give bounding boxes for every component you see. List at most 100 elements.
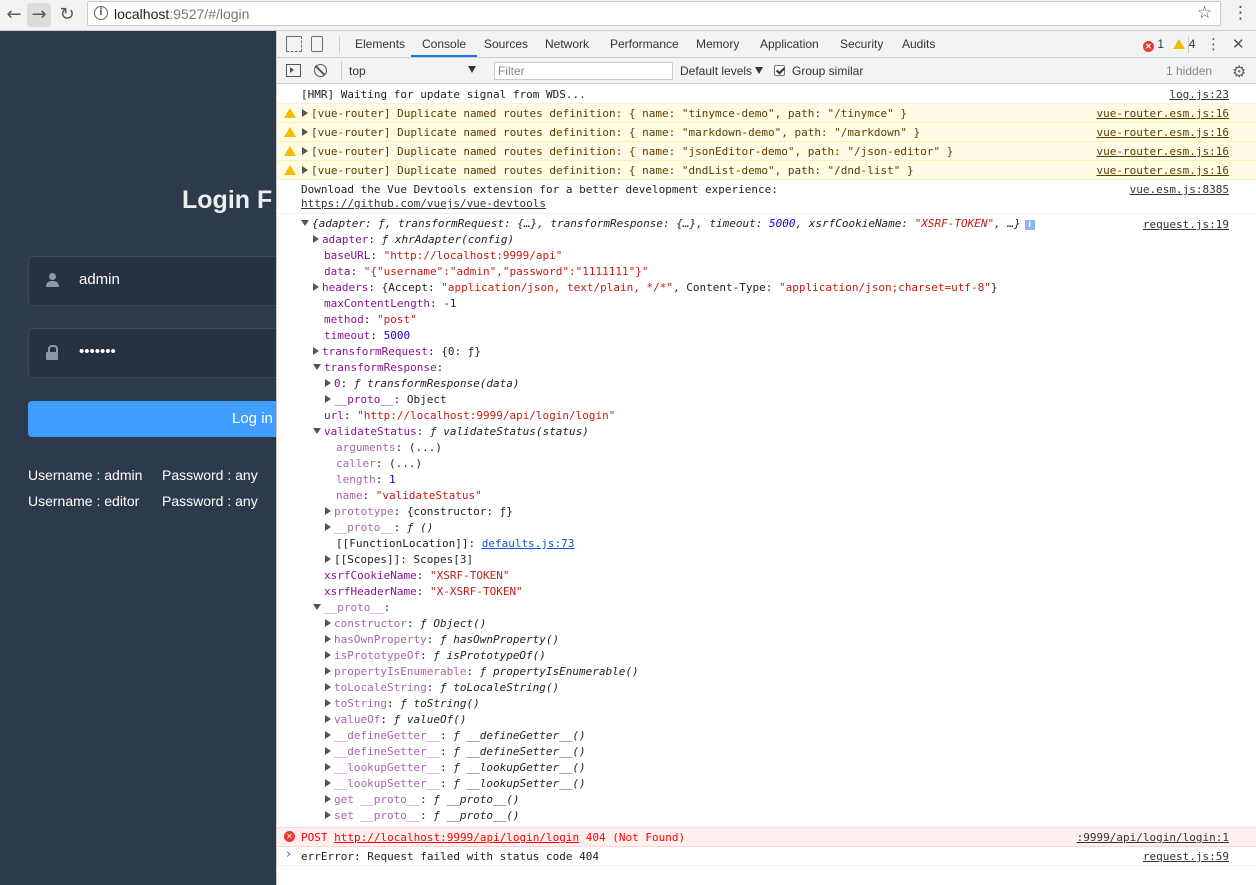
object-summary[interactable]: {adapter: ƒ, transformRequest: {…}, tran…	[301, 216, 1035, 232]
function-location-link[interactable]: defaults.js:73	[482, 537, 575, 550]
expand-arrow-icon[interactable]	[325, 667, 331, 675]
expand-arrow-icon[interactable]	[325, 731, 331, 739]
source-link[interactable]: request.js:59	[1143, 850, 1229, 863]
collapse-arrow-icon[interactable]	[301, 220, 309, 226]
expand-arrow-icon[interactable]	[325, 395, 331, 403]
device-toggle-icon[interactable]	[311, 36, 323, 52]
source-link[interactable]: :9999/api/login/login:1	[1077, 831, 1229, 844]
tree-row[interactable]: [[Scopes]]: Scopes[3]	[325, 552, 473, 568]
tree-row[interactable]: isPrototypeOf: ƒ isPrototypeOf()	[325, 648, 546, 664]
expand-arrow-icon[interactable]	[325, 651, 331, 659]
browser-menu-icon[interactable]: ⋮	[1232, 3, 1249, 23]
source-link[interactable]: request.js:19	[1143, 218, 1229, 231]
tree-row[interactable]: 0: ƒ transformResponse(data)	[325, 376, 519, 392]
expand-arrow-icon[interactable]	[302, 128, 308, 136]
collapse-arrow-icon[interactable]	[313, 604, 321, 610]
back-arrow-icon[interactable]: ←	[2, 3, 26, 27]
expand-arrow-icon[interactable]	[325, 619, 331, 627]
source-link[interactable]: vue-router.esm.js:16	[1097, 164, 1229, 177]
password-field[interactable]: •••••••	[28, 328, 276, 378]
close-icon[interactable]: ✕	[1232, 35, 1245, 53]
group-similar-checkbox[interactable]	[774, 65, 785, 76]
tree-row[interactable]: validateStatus: ƒ validateStatus(status)	[313, 424, 589, 440]
tree-row[interactable]: propertyIsEnumerable: ƒ propertyIsEnumer…	[325, 664, 639, 680]
expand-arrow-icon[interactable]	[302, 166, 308, 174]
tree-row[interactable]: __defineGetter__: ƒ __defineGetter__()	[325, 728, 586, 744]
tab-application[interactable]: Application	[760, 37, 819, 51]
source-link[interactable]: log.js:23	[1169, 88, 1229, 101]
error-url-link[interactable]: http://localhost:9999/api/login/login	[334, 831, 579, 844]
reload-icon[interactable]: ↻	[55, 3, 79, 27]
sidebar-toggle-icon[interactable]	[286, 64, 301, 77]
collapse-arrow-icon[interactable]	[313, 428, 321, 434]
tab-console[interactable]: Console	[422, 37, 466, 51]
context-select[interactable]: top	[341, 61, 481, 80]
tree-row[interactable]: toLocaleString: ƒ toLocaleString()	[325, 680, 559, 696]
expand-arrow-icon[interactable]	[325, 811, 331, 819]
tree-row[interactable]: transformResponse:	[313, 360, 443, 376]
source-link[interactable]: vue.esm.js:8385	[1130, 183, 1229, 196]
tree-row[interactable]: toString: ƒ toString()	[325, 696, 480, 712]
tree-row[interactable]: headers: {Accept: "application/json, tex…	[313, 280, 998, 296]
tree-row[interactable]: caller: (...)	[336, 456, 422, 472]
expand-arrow-icon[interactable]	[325, 635, 331, 643]
devtools-menu-icon[interactable]: ⋮	[1206, 35, 1221, 53]
expand-arrow-icon[interactable]	[313, 347, 319, 355]
devtools-link[interactable]: https://github.com/vuejs/vue-devtools	[301, 197, 546, 210]
expand-arrow-icon[interactable]	[325, 379, 331, 387]
expand-arrow-icon[interactable]	[325, 779, 331, 787]
tree-row[interactable]: __proto__:	[313, 600, 390, 616]
expand-arrow-icon[interactable]	[302, 147, 308, 155]
tab-memory[interactable]: Memory	[696, 37, 739, 51]
tab-performance[interactable]: Performance	[610, 37, 679, 51]
tree-row[interactable]: __defineSetter__: ƒ __defineSetter__()	[325, 744, 586, 760]
tree-row[interactable]: get __proto__: ƒ __proto__()	[325, 792, 519, 808]
tree-row[interactable]: adapter: ƒ xhrAdapter(config)	[313, 232, 514, 248]
expand-arrow-icon[interactable]	[325, 747, 331, 755]
tree-row[interactable]: prototype: {constructor: ƒ}	[325, 504, 513, 520]
tree-row[interactable]: arguments: (...)	[336, 440, 442, 456]
expand-arrow-icon[interactable]	[313, 283, 319, 291]
tree-row[interactable]: valueOf: ƒ valueOf()	[325, 712, 466, 728]
site-info-icon[interactable]: i	[94, 6, 108, 20]
tree-row[interactable]: set __proto__: ƒ __proto__()	[325, 808, 519, 824]
console-prompt[interactable]: ›	[286, 847, 291, 862]
info-icon[interactable]: i	[1024, 220, 1035, 230]
tree-row[interactable]: hasOwnProperty: ƒ hasOwnProperty()	[325, 632, 559, 648]
tree-row[interactable]: constructor: ƒ Object()	[325, 616, 486, 632]
tree-row[interactable]: __proto__: Object	[325, 392, 447, 408]
tab-elements[interactable]: Elements	[355, 37, 405, 51]
tree-row[interactable]: __lookupSetter__: ƒ __lookupSetter__()	[325, 776, 586, 792]
address-bar[interactable]: i localhost:9527/#/login	[87, 1, 1221, 26]
collapse-arrow-icon[interactable]	[313, 364, 321, 370]
expand-arrow-icon[interactable]	[313, 235, 319, 243]
expand-arrow-icon[interactable]	[325, 699, 331, 707]
tree-row[interactable]: __proto__: ƒ ()	[325, 520, 433, 536]
tab-audits[interactable]: Audits	[902, 37, 935, 51]
gear-icon[interactable]: ⚙	[1232, 62, 1246, 81]
expand-arrow-icon[interactable]	[325, 795, 331, 803]
expand-arrow-icon[interactable]	[325, 555, 331, 563]
filter-input[interactable]	[495, 63, 672, 79]
expand-arrow-icon[interactable]	[302, 109, 308, 117]
source-link[interactable]: vue-router.esm.js:16	[1097, 107, 1229, 120]
forward-arrow-icon[interactable]: →	[27, 3, 51, 27]
tab-sources[interactable]: Sources	[484, 37, 528, 51]
username-field[interactable]: admin	[28, 256, 276, 306]
tree-row[interactable]: transformRequest: {0: ƒ}	[313, 344, 481, 360]
expand-arrow-icon[interactable]	[325, 683, 331, 691]
source-link[interactable]: vue-router.esm.js:16	[1097, 126, 1229, 139]
login-button[interactable]: Log in	[28, 401, 276, 437]
expand-arrow-icon[interactable]	[325, 523, 331, 531]
expand-arrow-icon[interactable]	[325, 507, 331, 515]
source-link[interactable]: vue-router.esm.js:16	[1097, 145, 1229, 158]
tab-security[interactable]: Security	[840, 37, 883, 51]
tree-row[interactable]: __lookupGetter__: ƒ __lookupGetter__()	[325, 760, 586, 776]
expand-arrow-icon[interactable]	[325, 763, 331, 771]
inspect-element-icon[interactable]	[286, 36, 302, 52]
clear-console-icon[interactable]	[314, 64, 327, 77]
tab-network[interactable]: Network	[545, 37, 589, 51]
bookmark-star-icon[interactable]: ☆	[1197, 3, 1212, 23]
expand-arrow-icon[interactable]	[325, 715, 331, 723]
log-levels-select[interactable]: Default levels	[680, 64, 764, 78]
